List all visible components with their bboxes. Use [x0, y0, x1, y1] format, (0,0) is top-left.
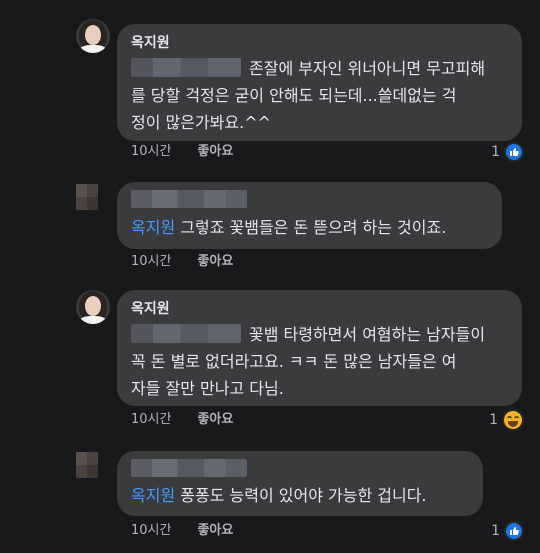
comment-text-line: 존잘에 부자인 위너아니면 무고피해	[249, 59, 486, 78]
like-icon	[504, 142, 524, 162]
like-button[interactable]: 좋아요	[197, 144, 233, 159]
comment-text-line: 를 당할 걱정은 굳이 안해도 되는데...쓸데없는 걱	[131, 86, 457, 105]
comment-text-line: 정이 많은가봐요.^^	[131, 113, 272, 132]
blurred-author-name	[131, 190, 247, 208]
avatar[interactable]	[76, 184, 98, 210]
reaction-count: 1	[491, 144, 500, 160]
comment-bubble: 옥지원 그렇죠 꽃뱀들은 돈 뜯으려 하는 것이죠.	[117, 182, 502, 249]
comment-text: 옥지원 그렇죠 꽃뱀들은 돈 뜯으려 하는 것이죠.	[131, 214, 488, 241]
like-icon	[504, 521, 524, 541]
like-button[interactable]: 좋아요	[197, 412, 233, 427]
comment-time[interactable]: 10시간	[131, 412, 171, 427]
blurred-mention	[131, 58, 241, 77]
comment-bubble: 옥지원 퐁퐁도 능력이 있어야 가능한 겁니다.	[117, 451, 483, 516]
comment-bubble: 옥지원 꽃뱀 타령하면서 여혐하는 남자들이 꼭 돈 별로 없더라고요. ㅋㅋ …	[117, 290, 522, 406]
reaction-summary[interactable]: 1	[489, 409, 524, 431]
comment-meta: 10시간 좋아요	[131, 522, 259, 540]
comment-text-line: 퐁퐁도 능력이 있어야 가능한 겁니다.	[180, 486, 427, 505]
comment-time[interactable]: 10시간	[131, 523, 171, 538]
comment-text: 꽃뱀 타령하면서 여혐하는 남자들이 꼭 돈 별로 없더라고요. ㅋㅋ 돈 많은…	[131, 321, 508, 402]
like-button[interactable]: 좋아요	[197, 254, 233, 269]
avatar[interactable]	[76, 452, 98, 478]
comment-author[interactable]: 옥지원	[131, 299, 508, 319]
mention-link[interactable]: 옥지원	[131, 486, 175, 505]
comment-author[interactable]: 옥지원	[131, 33, 508, 53]
comment-time[interactable]: 10시간	[131, 144, 171, 159]
comment-text: 존잘에 부자인 위너아니면 무고피해 를 당할 걱정은 굳이 안해도 되는데..…	[131, 55, 508, 136]
reaction-count: 1	[491, 523, 500, 539]
mention-link[interactable]: 옥지원	[131, 218, 175, 237]
reaction-summary[interactable]: 1	[491, 141, 524, 163]
comment-author[interactable]	[131, 458, 469, 478]
reaction-summary[interactable]: 1	[491, 520, 524, 542]
avatar[interactable]	[76, 19, 110, 53]
reaction-count: 1	[489, 412, 498, 428]
like-button[interactable]: 좋아요	[197, 523, 233, 538]
comment-bubble: 옥지원 존잘에 부자인 위너아니면 무고피해 를 당할 걱정은 굳이 안해도 되…	[117, 24, 522, 141]
avatar[interactable]	[76, 290, 110, 324]
blurred-author-name	[131, 459, 247, 477]
comment-text-line: 꼭 돈 별로 없더라고요. ㅋㅋ 돈 많은 남자들은 여	[131, 352, 457, 371]
comment-meta: 10시간 좋아요	[131, 253, 259, 271]
comment-meta: 10시간 좋아요	[131, 411, 259, 429]
comment-author[interactable]	[131, 189, 488, 209]
comment-text-line: 꽃뱀 타령하면서 여혐하는 남자들이	[249, 325, 486, 344]
haha-icon	[502, 409, 524, 431]
comment-text-line: 자들 잘만 만나고 다님.	[131, 379, 284, 398]
comment-text: 옥지원 퐁퐁도 능력이 있어야 가능한 겁니다.	[131, 482, 469, 509]
blurred-mention	[131, 324, 241, 343]
comment-text-line: 그렇죠 꽃뱀들은 돈 뜯으려 하는 것이죠.	[180, 218, 447, 237]
comment-meta: 10시간 좋아요	[131, 143, 259, 161]
comment-time[interactable]: 10시간	[131, 254, 171, 269]
